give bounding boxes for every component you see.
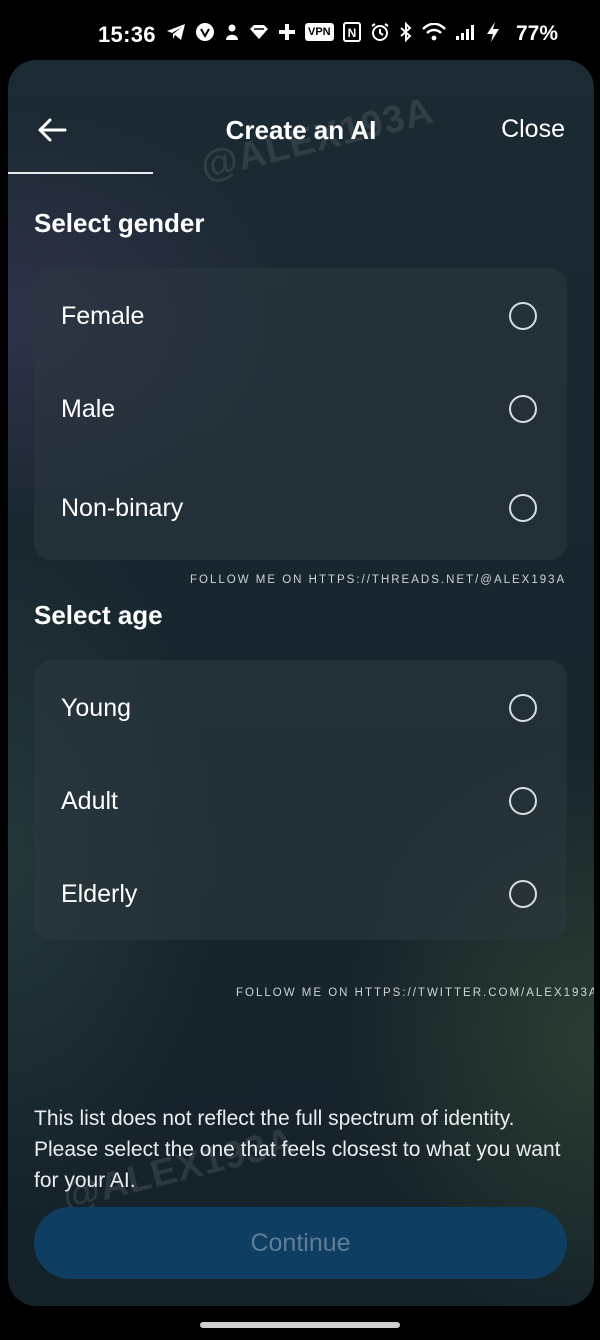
watermark-follow-twitter: FOLLOW ME ON HTTPS://TWITTER.COM/ALEX193… [236, 987, 594, 999]
vpn-icon: VPN [305, 20, 334, 44]
gender-option-male[interactable]: Male [34, 375, 567, 443]
gender-section-title: Select gender [34, 208, 205, 238]
status-time: 15:36 [98, 22, 156, 47]
option-label: Male [61, 395, 116, 423]
radio-button[interactable] [509, 302, 537, 330]
battery-percent: 77% [515, 22, 558, 45]
nfc-icon: N [342, 20, 361, 44]
bluetooth-icon [399, 20, 413, 44]
progress-indicator [8, 172, 153, 174]
option-label: Female [61, 302, 145, 330]
radio-button[interactable] [509, 787, 537, 815]
header: Create an AI Close [8, 60, 594, 176]
home-gesture-bar[interactable] [200, 1322, 400, 1328]
create-ai-sheet: @ALEX193A @ALEX193A Create an AI Close S… [8, 60, 594, 1306]
app-notification-icon [224, 20, 240, 44]
continue-button[interactable]: Continue [34, 1207, 567, 1279]
identity-disclaimer: This list does not reflect the full spec… [34, 1107, 561, 1192]
age-section-title: Select age [34, 600, 163, 630]
radio-button[interactable] [509, 494, 537, 522]
radio-button[interactable] [509, 395, 537, 423]
option-label: Young [61, 694, 131, 722]
gender-options-card: Female Male Non-binary [34, 268, 567, 560]
telegram-icon [166, 20, 186, 44]
close-button[interactable]: Close [501, 115, 565, 144]
plus-icon [278, 20, 296, 44]
age-options-card: Young Adult Elderly [34, 660, 567, 940]
radio-button[interactable] [509, 694, 537, 722]
option-label: Elderly [61, 880, 138, 908]
status-icons: VPN N [166, 20, 500, 44]
age-option-young[interactable]: Young [34, 674, 567, 742]
gender-option-female[interactable]: Female [34, 282, 567, 350]
alarm-icon [370, 20, 390, 44]
signal-icon [455, 20, 477, 44]
age-option-adult[interactable]: Adult [34, 767, 567, 835]
radio-button[interactable] [509, 880, 537, 908]
charging-bolt-icon [486, 20, 500, 44]
age-option-elderly[interactable]: Elderly [34, 860, 567, 928]
watermark-follow-threads: FOLLOW ME ON HTTPS://THREADS.NET/@ALEX19… [190, 574, 567, 586]
gender-option-nonbinary[interactable]: Non-binary [34, 466, 567, 550]
option-label: Adult [61, 787, 118, 815]
status-bar: 15:36 VPN N 77% [0, 0, 600, 60]
option-label: Non-binary [61, 494, 184, 522]
diamond-icon [249, 20, 269, 44]
vpn-shield-icon [195, 20, 215, 44]
wifi-icon [421, 20, 446, 44]
svg-text:N: N [347, 26, 356, 40]
